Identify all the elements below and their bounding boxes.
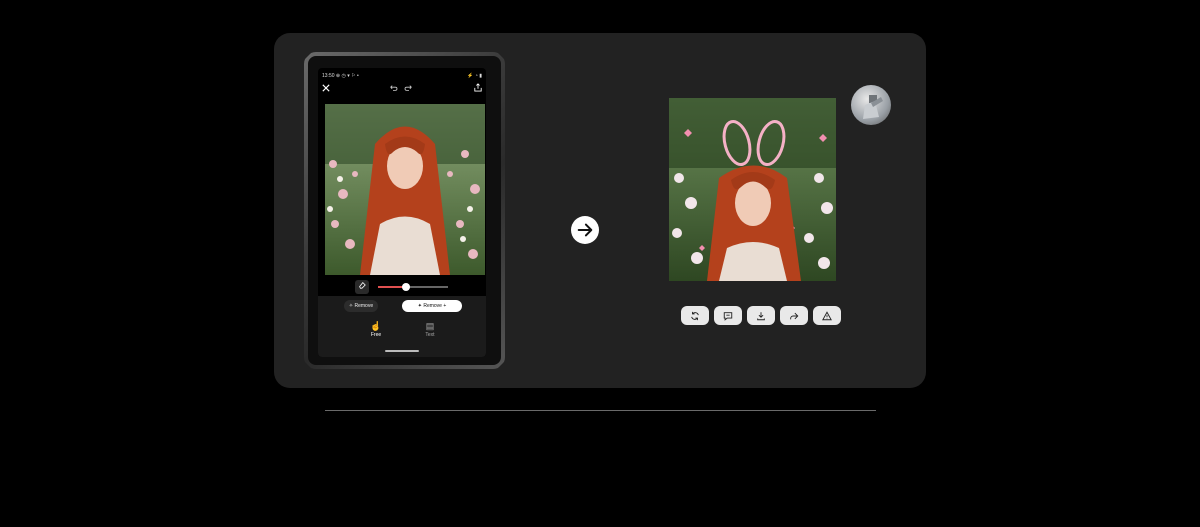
status-right-icons: ⚡ ◔ ▮ [467, 73, 482, 79]
mode-text[interactable]: ▤ Text [415, 320, 445, 338]
refresh-button[interactable] [681, 306, 709, 325]
close-icon[interactable] [322, 82, 330, 96]
magic-wand-icon: ✧ [348, 303, 354, 309]
report-button[interactable] [813, 306, 841, 325]
tablet-device: 13:50 ⊕ ◷ ▾ ⚐ • ⚡ ◔ ▮ ✧ Remove ✦ Remove … [304, 52, 505, 369]
forward-icon [790, 312, 799, 319]
slider-thumb[interactable] [402, 283, 410, 291]
edit-photo[interactable] [325, 104, 485, 275]
home-indicator [385, 350, 419, 352]
result-actions [681, 306, 841, 325]
mode-free-label: Free [370, 332, 382, 338]
download-button[interactable] [747, 306, 775, 325]
remove-button[interactable]: ✧ Remove [344, 300, 378, 312]
refresh-icon [691, 311, 699, 320]
remove-panel: ✧ Remove ✦ Remove + ☝ Free ▤ Text [318, 296, 486, 357]
remove-plus-button[interactable]: ✦ Remove + [402, 300, 462, 312]
brush-size-slider[interactable] [378, 286, 448, 288]
tablet-screen: 13:50 ⊕ ◷ ▾ ⚐ • ⚡ ◔ ▮ ✧ Remove ✦ Remove … [318, 68, 486, 357]
robot-avatar [851, 85, 891, 125]
sparkle-icon: ✦ [417, 303, 422, 309]
text-doc-icon: ▤ [425, 321, 435, 331]
status-icons: ⊕ ◷ ▾ ⚐ • [335, 73, 359, 79]
mode-free[interactable]: ☝ Free [361, 320, 391, 338]
section-divider [325, 410, 876, 411]
chat-icon [723, 311, 733, 321]
remove-plus-label: Remove + [423, 303, 447, 309]
editor-toolbar [318, 82, 486, 96]
status-time: 13:50 [322, 73, 335, 79]
undo-icon[interactable] [388, 82, 398, 96]
tablet-bezel: 13:50 ⊕ ◷ ▾ ⚐ • ⚡ ◔ ▮ ✧ Remove ✦ Remove … [308, 56, 501, 365]
mode-text-label: Text [425, 332, 435, 338]
eraser-icon[interactable] [355, 280, 369, 294]
share-button[interactable] [780, 306, 808, 325]
brush-size-row [318, 280, 486, 294]
status-bar: 13:50 ⊕ ◷ ▾ ⚐ • ⚡ ◔ ▮ [322, 72, 482, 80]
feedback-button[interactable] [714, 306, 742, 325]
warning-icon [822, 310, 832, 320]
redo-icon[interactable] [404, 82, 414, 96]
remove-label: Remove [354, 303, 374, 309]
hand-pointer-icon: ☝ [370, 321, 382, 331]
arrow-right-icon [571, 216, 599, 244]
download-icon [757, 311, 765, 320]
share-icon[interactable] [474, 82, 482, 96]
result-photo[interactable] [669, 98, 836, 281]
